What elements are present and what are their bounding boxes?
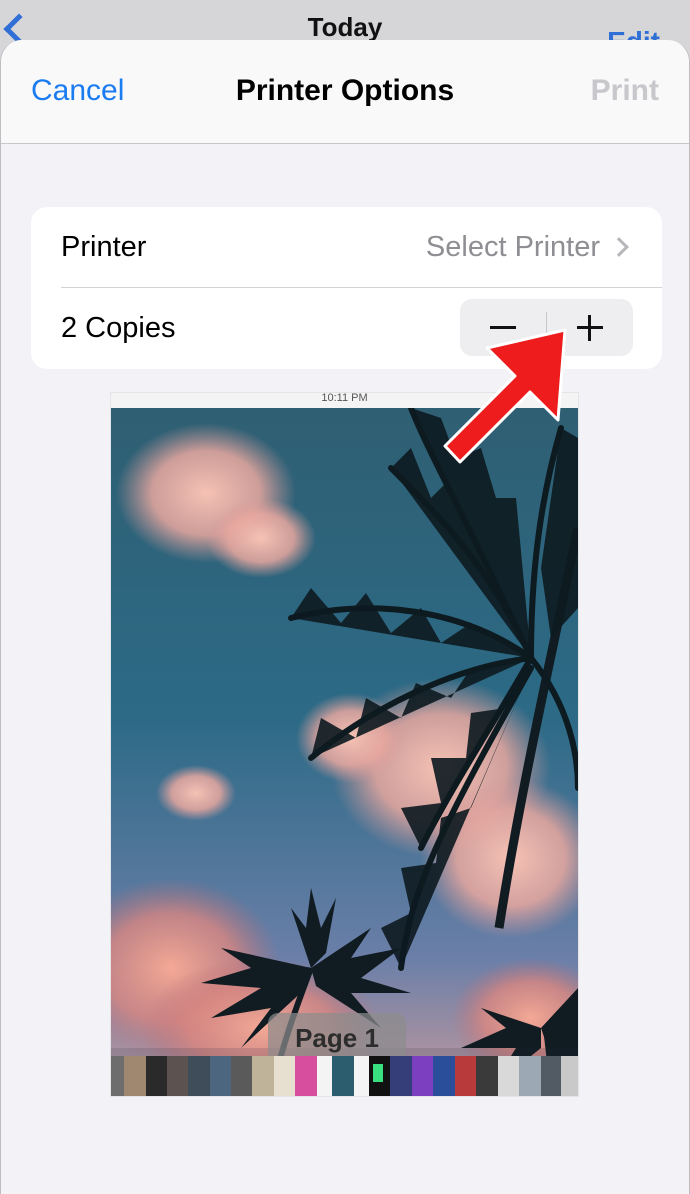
photo-thumbnail-strip[interactable] <box>111 1056 578 1096</box>
row-divider <box>61 287 662 288</box>
copies-label: 2 Copies <box>61 312 176 344</box>
print-button[interactable]: Print <box>591 74 659 108</box>
red-arrow-annotation <box>443 328 567 464</box>
printer-label: Printer <box>61 231 147 263</box>
cancel-button[interactable]: Cancel <box>31 74 124 108</box>
select-printer-value: Select Printer <box>425 231 600 263</box>
chevron-right-icon <box>609 237 629 257</box>
background-title: Today <box>307 12 383 42</box>
print-preview-page[interactable]: 10:11 PM <box>111 393 578 1096</box>
printer-row[interactable]: Printer Select Printer <box>31 207 662 288</box>
palm-tree-sky-photo <box>111 408 578 1096</box>
plus-icon-vertical <box>588 315 591 341</box>
sheet-navigation-bar: Cancel Printer Options Print <box>1 40 689 144</box>
